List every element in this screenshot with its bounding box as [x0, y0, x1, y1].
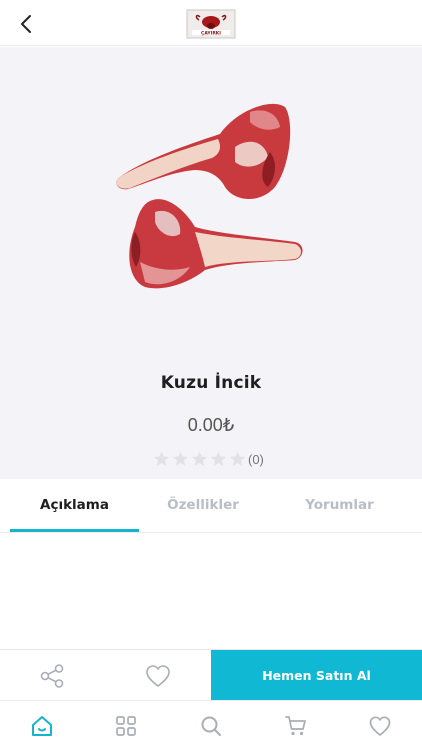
detail-tabs: Açıklama Özellikler Yorumlar — [0, 479, 422, 533]
svg-text:ÇAYIRKI: ÇAYIRKI — [201, 31, 221, 37]
home-icon — [32, 716, 52, 736]
heart-icon — [146, 665, 170, 687]
product-image[interactable] — [100, 92, 322, 312]
product-action-bar: Hemen Satın Al — [0, 649, 422, 701]
nav-categories[interactable] — [114, 714, 138, 738]
nav-home[interactable] — [30, 714, 54, 738]
favorite-button[interactable] — [142, 662, 174, 690]
active-tab-indicator — [10, 529, 139, 532]
bottom-navigation — [0, 700, 422, 750]
top-header: ÇAYIRKI — [0, 0, 422, 46]
share-button[interactable] — [36, 662, 68, 690]
brand-logo[interactable]: ÇAYIRKI — [186, 9, 236, 39]
back-button[interactable] — [14, 11, 40, 37]
nav-favorites[interactable] — [368, 714, 392, 738]
cart-icon — [285, 716, 306, 736]
star-icon — [154, 451, 169, 466]
tab-reviews[interactable]: Yorumlar — [267, 479, 412, 533]
star-icon — [211, 451, 226, 466]
nav-search[interactable] — [199, 714, 223, 738]
product-title: Kuzu İncik — [160, 373, 262, 393]
heart-icon — [369, 716, 391, 736]
chevron-left-icon — [21, 15, 31, 33]
product-price: 0.00₺ — [187, 415, 235, 435]
share-icon — [40, 664, 64, 688]
rating-count[interactable]: (0) — [248, 452, 264, 467]
tab-content-panel — [0, 534, 422, 649]
nav-cart[interactable] — [284, 714, 308, 738]
star-icon — [173, 451, 188, 466]
buy-now-button[interactable]: Hemen Satın Al — [211, 650, 422, 701]
star-icon — [230, 451, 245, 466]
tab-description[interactable]: Açıklama — [10, 479, 139, 533]
tab-features[interactable]: Özellikler — [139, 479, 267, 533]
grid-icon — [116, 716, 136, 736]
rating-stars: (0) — [152, 450, 264, 468]
product-showcase: Kuzu İncik 0.00₺ (0) — [0, 47, 422, 479]
search-icon — [201, 716, 221, 736]
star-icon — [192, 451, 207, 466]
